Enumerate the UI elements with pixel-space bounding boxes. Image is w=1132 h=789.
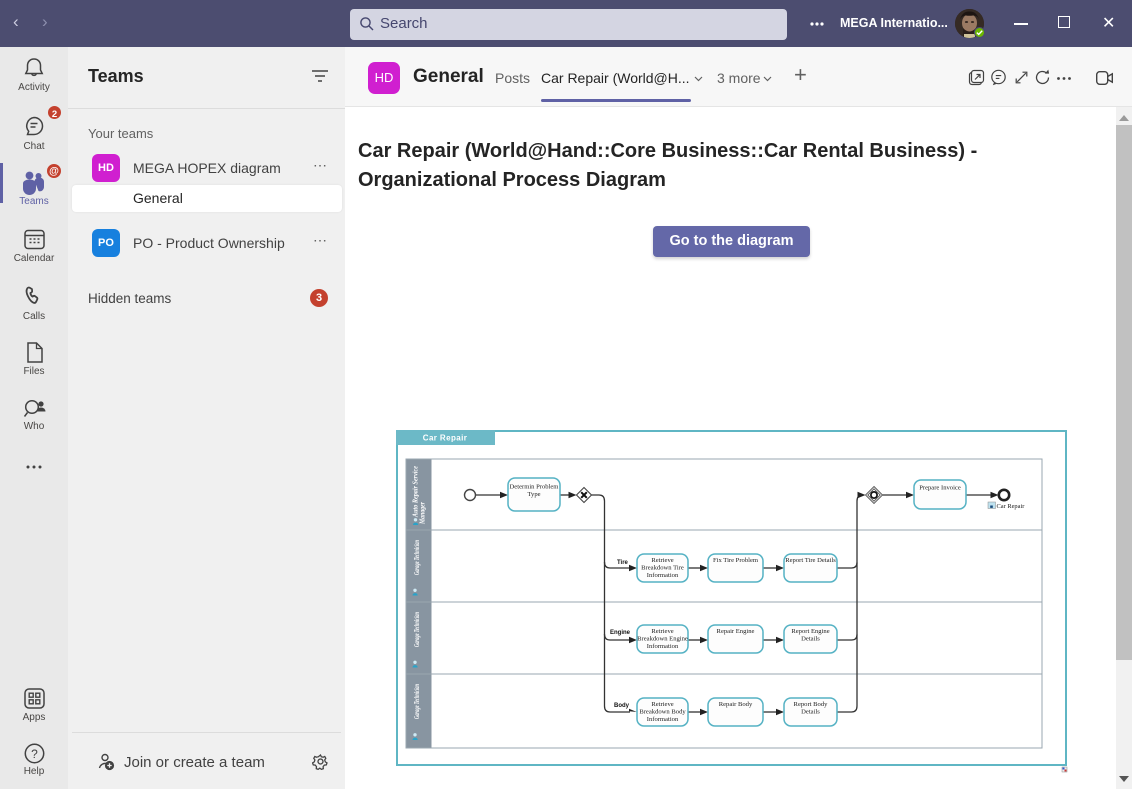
svg-text:Breakdown Engine: Breakdown Engine [637,636,688,643]
svg-text:Details: Details [801,636,820,643]
svg-text:Engine: Engine [610,630,631,636]
svg-text:Type: Type [527,491,540,498]
svg-text:Repair Body: Repair Body [719,701,753,708]
svg-text:Report Tire Details: Report Tire Details [785,557,836,564]
svg-text:Fix Tire Problem: Fix Tire Problem [713,557,759,564]
svg-text:Report Engine: Report Engine [791,628,829,635]
svg-text:Tire: Tire [617,560,629,566]
svg-text:Car Repair: Car Repair [997,503,1026,510]
svg-text:Determin Problem: Determin Problem [510,484,560,491]
svg-text:Garage Technician: Garage Technician [413,540,421,575]
svg-text:Report Body: Report Body [794,701,829,708]
svg-text:Prepare Invoice: Prepare Invoice [919,485,961,492]
svg-text:Retrieve: Retrieve [651,701,673,708]
svg-text:Breakdown Tire: Breakdown Tire [641,565,684,572]
svg-text:Retrieve: Retrieve [651,557,673,564]
svg-text:Car Repair: Car Repair [423,434,467,443]
svg-text:Garage Technician: Garage Technician [413,612,421,647]
svg-text:Breakdown Body: Breakdown Body [639,709,686,716]
svg-text:Details: Details [801,709,820,716]
svg-text:Information: Information [647,716,679,723]
svg-text:Information: Information [647,643,679,650]
svg-text:Retrieve: Retrieve [651,628,673,635]
svg-text:Information: Information [647,572,679,579]
svg-text:?: ? [31,747,38,761]
svg-text:Body: Body [614,703,630,709]
svg-text:Repair Engine: Repair Engine [717,628,755,635]
svg-text:Manager: Manager [419,502,427,525]
svg-text:Garage Technician: Garage Technician [413,684,421,719]
